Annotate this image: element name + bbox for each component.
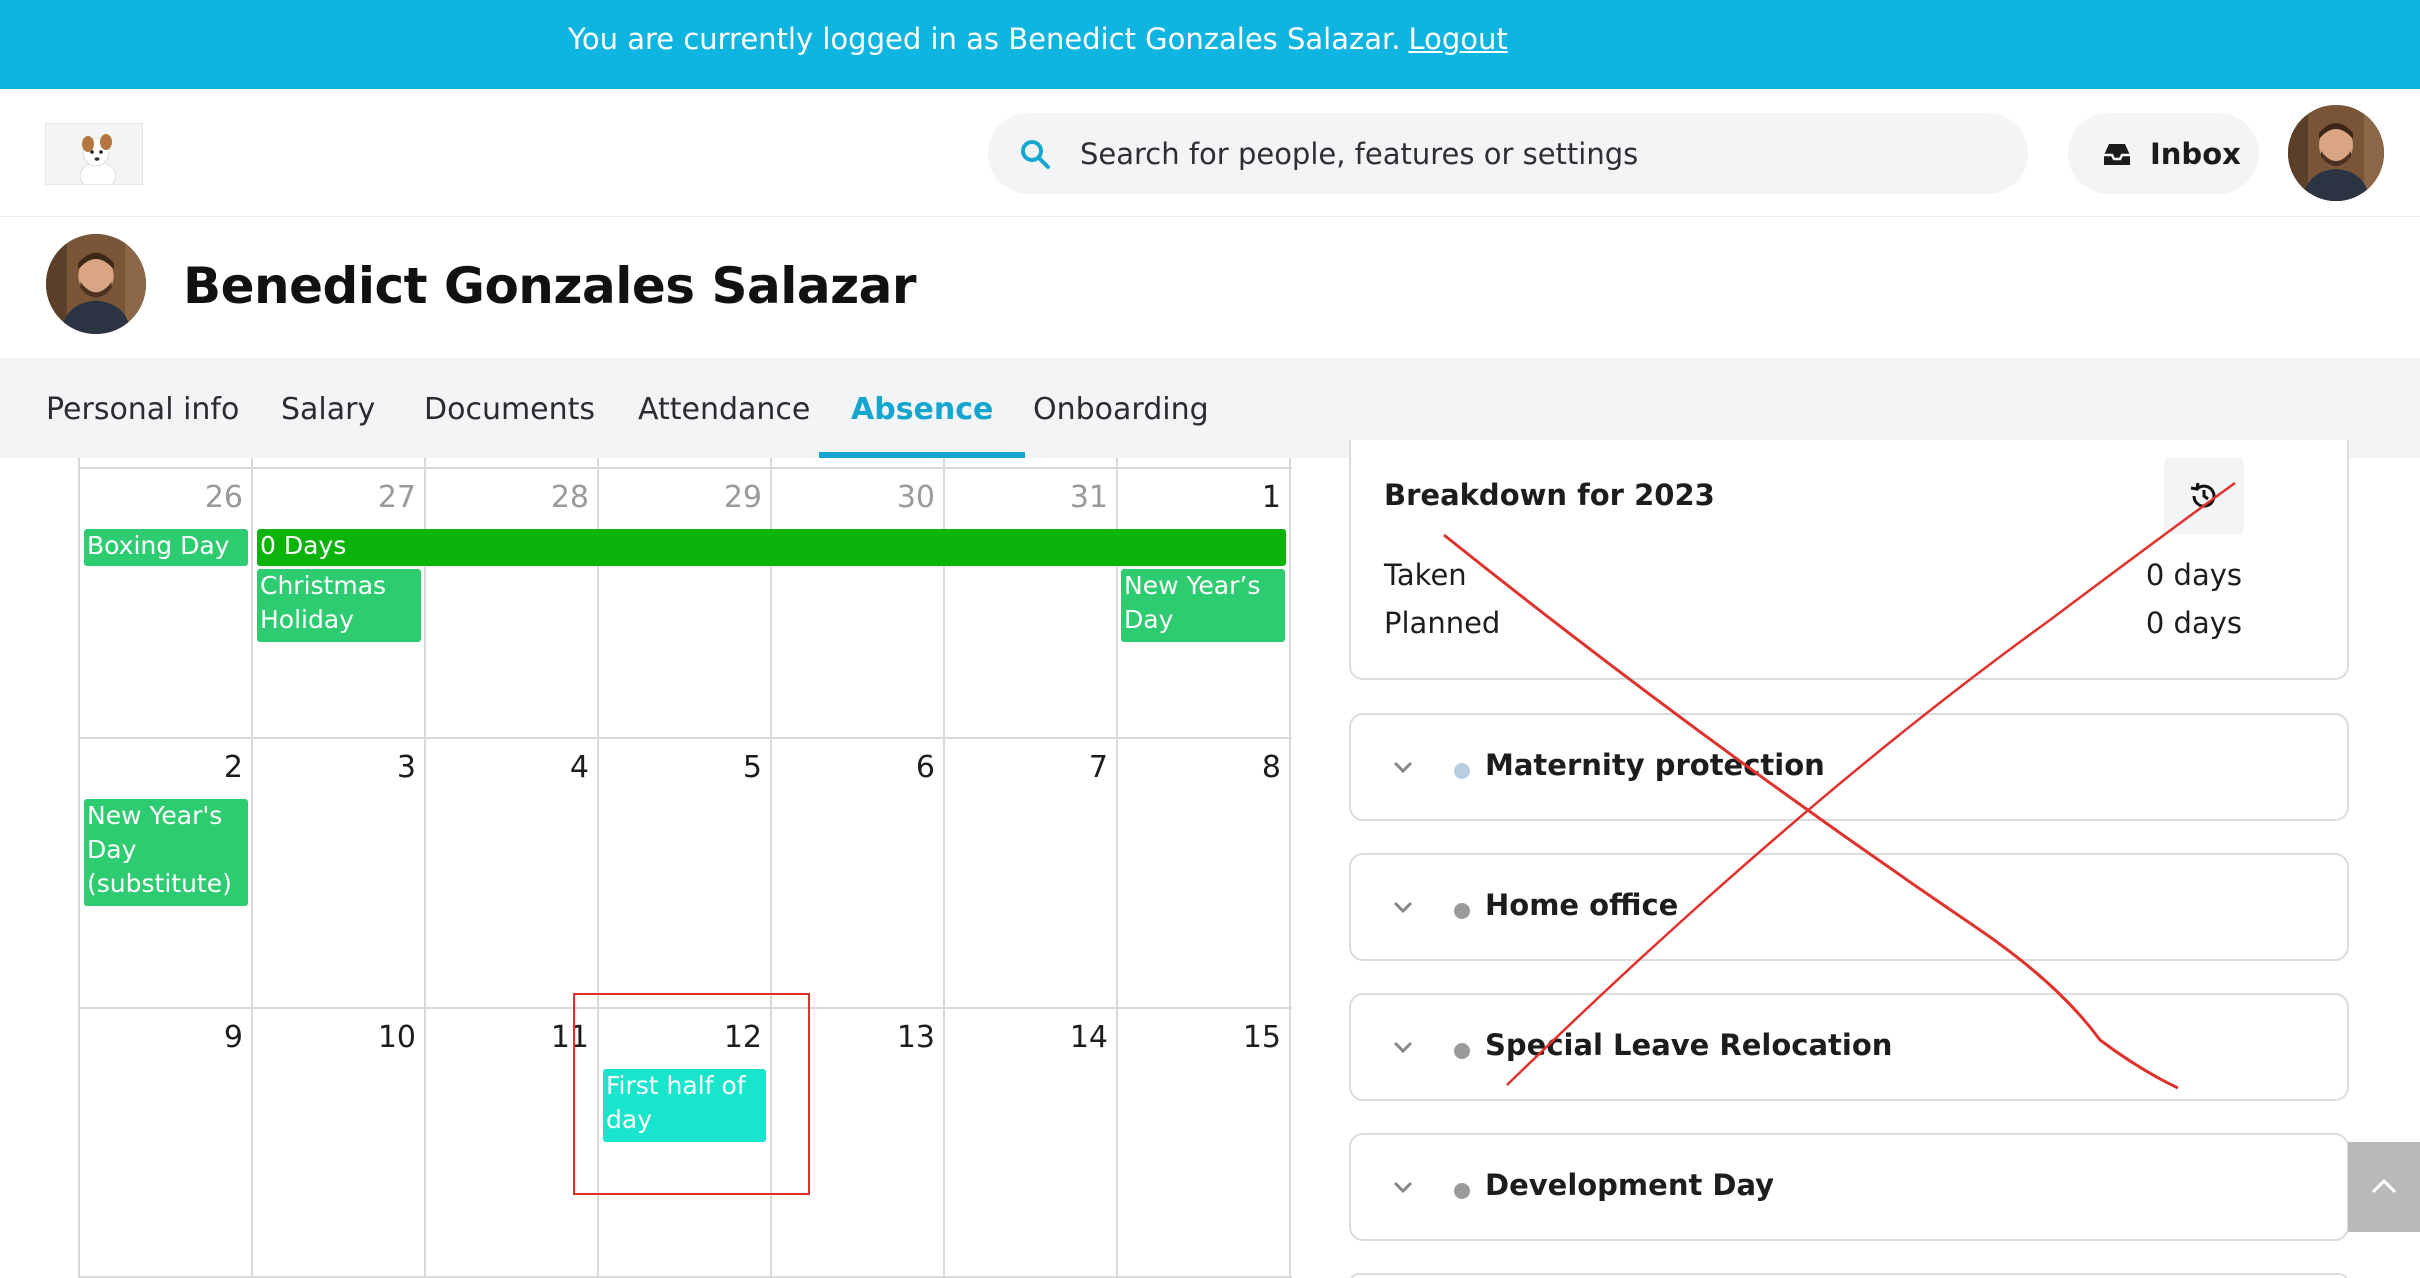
planned-value: 0 days <box>2145 606 2242 640</box>
day-cell-date[interactable]: 2 <box>83 750 243 785</box>
day-cell-date[interactable]: 7 <box>948 750 1108 785</box>
accordion-special-leave-relocation[interactable]: Special Leave Relocation <box>1349 993 2349 1101</box>
login-status-text: You are currently logged in as Benedict … <box>568 22 1401 56</box>
accordion-development-day[interactable]: Development Day <box>1349 1133 2349 1241</box>
day-cell-date[interactable]: 28 <box>429 480 589 515</box>
status-dot <box>1454 1183 1470 1199</box>
absence-type-label: Home office <box>1485 888 1679 922</box>
status-dot <box>1454 763 1470 779</box>
logout-link[interactable]: Logout <box>1408 22 1507 56</box>
user-avatar[interactable] <box>2288 105 2384 201</box>
inbox-icon <box>2104 143 2130 165</box>
day-cell-date[interactable]: 29 <box>602 480 762 515</box>
taken-label: Taken <box>1384 558 1467 592</box>
chevron-down-icon <box>1393 1041 1413 1054</box>
day-cell-date[interactable]: 11 <box>429 1020 589 1055</box>
event-new-years-day-substitute[interactable]: New Year's Day (substitute) <box>84 799 248 906</box>
history-button[interactable] <box>2164 458 2244 534</box>
breakdown-card: Breakdown for 2023 Taken 0 days Planned … <box>1349 440 2349 680</box>
status-dot <box>1454 903 1470 919</box>
tab-onboarding[interactable]: Onboarding <box>1033 358 1209 458</box>
tab-documents[interactable]: Documents <box>424 358 595 458</box>
status-dot <box>1454 1043 1470 1059</box>
day-cell-date[interactable]: 9 <box>83 1020 243 1055</box>
chevron-down-icon <box>1393 761 1413 774</box>
annotation-highlight-box <box>573 993 810 1195</box>
profile-avatar <box>46 234 146 334</box>
day-cell-date[interactable]: 26 <box>83 480 243 515</box>
day-cell-date[interactable]: 1 <box>1121 480 1281 515</box>
login-banner: You are currently logged in as Benedict … <box>0 0 2420 89</box>
event-zero-days-bar[interactable]: 0 Days <box>257 529 1286 566</box>
day-cell-date[interactable]: 15 <box>1121 1020 1281 1055</box>
profile-header: Benedict Gonzales Salazar <box>0 217 2420 358</box>
day-cell-date[interactable]: 10 <box>256 1020 416 1055</box>
day-cell-date[interactable]: 14 <box>948 1020 1108 1055</box>
day-cell-date[interactable]: 3 <box>256 750 416 785</box>
day-cell-date[interactable]: 27 <box>256 480 416 515</box>
event-christmas-holiday[interactable]: Christmas Holiday <box>257 569 421 642</box>
chevron-down-icon <box>1393 1181 1413 1194</box>
top-header: Search for people, features or settings … <box>0 89 2420 217</box>
employee-name: Benedict Gonzales Salazar <box>183 257 917 315</box>
company-logo[interactable] <box>45 123 143 185</box>
absence-type-label: Special Leave Relocation <box>1485 1028 1893 1062</box>
planned-label: Planned <box>1384 606 1501 640</box>
search-icon <box>1021 139 1050 169</box>
event-new-years-day[interactable]: New Year’s Day <box>1121 569 1285 642</box>
inbox-button[interactable]: Inbox <box>2068 113 2259 194</box>
chevron-down-icon <box>1393 901 1413 914</box>
event-boxing-day[interactable]: Boxing Day <box>84 529 248 566</box>
accordion-home-office[interactable]: Home office <box>1349 853 2349 961</box>
day-cell-date[interactable]: 30 <box>775 480 935 515</box>
absence-type-label: Maternity protection <box>1485 748 1825 782</box>
day-cell-date[interactable]: 6 <box>775 750 935 785</box>
day-cell-date[interactable]: 5 <box>602 750 762 785</box>
breakdown-title: Breakdown for 2023 <box>1384 478 1715 512</box>
history-icon <box>2190 482 2216 508</box>
global-search[interactable]: Search for people, features or settings <box>988 113 2028 194</box>
accordion-next[interactable] <box>1349 1273 2349 1278</box>
search-input[interactable]: Search for people, features or settings <box>1080 137 1638 171</box>
chevron-up-icon <box>2371 1178 2397 1194</box>
tab-personal-info[interactable]: Personal info <box>46 358 239 458</box>
taken-value: 0 days <box>2145 558 2242 592</box>
tab-salary[interactable]: Salary <box>281 358 375 458</box>
inbox-label: Inbox <box>2150 136 2241 171</box>
tab-attendance[interactable]: Attendance <box>638 358 810 458</box>
accordion-maternity-protection[interactable]: Maternity protection <box>1349 713 2349 821</box>
day-cell-date[interactable]: 31 <box>948 480 1108 515</box>
day-cell-date[interactable]: 4 <box>429 750 589 785</box>
scroll-to-top-button[interactable] <box>2348 1142 2420 1232</box>
day-cell-date[interactable]: 8 <box>1121 750 1281 785</box>
absence-type-label: Development Day <box>1485 1168 1775 1202</box>
tab-absence[interactable]: Absence <box>818 358 1026 458</box>
